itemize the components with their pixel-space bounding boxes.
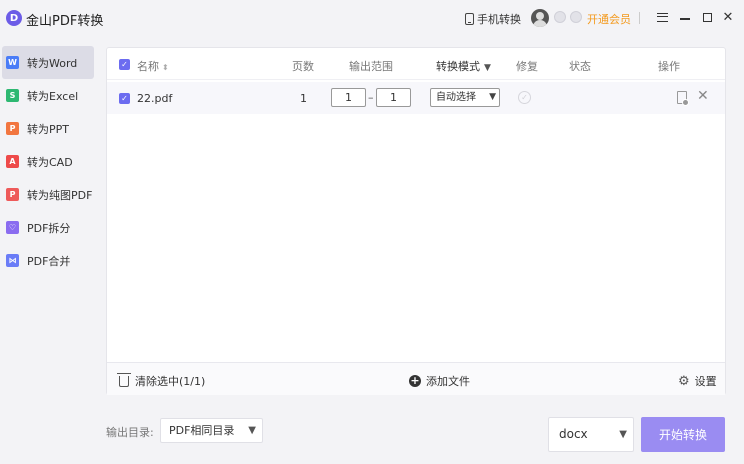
- chevron-down-icon: ▼: [484, 63, 491, 73]
- sidebar-item-icon: A: [6, 155, 19, 168]
- row-checkbox[interactable]: ✓: [119, 93, 130, 104]
- sidebar-item-label: 转为CAD: [27, 155, 73, 169]
- delete-row-icon[interactable]: ✕: [697, 88, 709, 104]
- sidebar-item[interactable]: ⋈ PDF合并: [0, 244, 96, 277]
- chevron-down-icon: ▼: [248, 425, 256, 436]
- select-all-checkbox[interactable]: ✓: [119, 59, 130, 70]
- panel-footer: 清除选中(1/1) + 添加文件 ⚙ 设置: [107, 362, 725, 395]
- table-row[interactable]: ✓ 22.pdf 1 1 – 1 自动选择 ▼ ✓ ✕: [107, 82, 725, 114]
- sidebar-item[interactable]: P 转为PPT: [0, 112, 96, 145]
- sidebar-item-icon: ♡: [6, 221, 19, 234]
- add-file-button[interactable]: + 添加文件: [409, 373, 470, 389]
- range-from-input[interactable]: 1: [331, 88, 366, 107]
- app-logo-icon: D: [6, 10, 22, 26]
- title-divider: [639, 12, 640, 24]
- header-actions: 操作: [658, 60, 680, 73]
- output-dir-select[interactable]: PDF相同目录 ▼: [160, 418, 263, 443]
- gear-icon: ⚙: [678, 373, 690, 389]
- sidebar-item-label: PDF拆分: [27, 221, 71, 235]
- sidebar-item-icon: P: [6, 122, 19, 135]
- mobile-convert-label: 手机转换: [477, 13, 521, 26]
- header-status: 状态: [569, 60, 591, 73]
- mobile-convert-button[interactable]: 手机转换: [465, 11, 521, 27]
- trash-icon: [117, 372, 131, 387]
- vip-badge-icon: [570, 11, 582, 23]
- view-file-icon[interactable]: [677, 91, 689, 106]
- table-header: ✓ 名称 ⬍ 页数 输出范围 转换模式 ▼ 修复 状态 操作: [107, 48, 725, 80]
- add-file-label: 添加文件: [426, 375, 470, 388]
- sidebar: W 转为Word S 转为Excel P 转为PPT A 转为CAD P 转为纯图PDF ♡ PDF拆…: [0, 46, 96, 277]
- chevron-down-icon: ▼: [619, 429, 627, 440]
- app-title: 金山PDF转换: [26, 14, 104, 29]
- sort-icon: ⬍: [162, 63, 169, 72]
- chevron-down-icon: ▼: [489, 92, 496, 102]
- start-convert-button[interactable]: 开始转换: [641, 417, 725, 452]
- header-pages: 页数: [292, 60, 314, 73]
- range-to-input[interactable]: 1: [376, 88, 411, 107]
- minimize-icon: [680, 18, 690, 20]
- sidebar-item[interactable]: S 转为Excel: [0, 79, 96, 112]
- minimize-button[interactable]: [677, 9, 693, 25]
- page-count: 1: [300, 92, 307, 105]
- sidebar-item-label: 转为纯图PDF: [27, 188, 93, 202]
- maximize-icon: [702, 12, 712, 22]
- header-mode[interactable]: 转换模式 ▼: [436, 58, 491, 74]
- maximize-button[interactable]: [699, 9, 715, 25]
- close-icon: ✕: [722, 9, 734, 25]
- settings-label: 设置: [694, 375, 717, 388]
- sidebar-item-icon: P: [6, 188, 19, 201]
- close-window-button[interactable]: ✕: [720, 9, 736, 25]
- header-name[interactable]: 名称 ⬍: [137, 58, 169, 74]
- file-list-panel: ✓ 名称 ⬍ 页数 输出范围 转换模式 ▼ 修复 状态 操作 ✓ 22.pdf 1 …: [106, 47, 726, 395]
- hamburger-icon: [656, 12, 668, 22]
- avatar[interactable]: [531, 9, 549, 27]
- sidebar-item-label: PDF合并: [27, 254, 71, 268]
- header-range: 输出范围: [349, 60, 393, 73]
- vip-link[interactable]: 开通会员: [587, 11, 631, 27]
- vip-badge-icon: [554, 11, 566, 23]
- menu-button[interactable]: [654, 9, 670, 25]
- header-repair: 修复: [516, 60, 538, 73]
- sidebar-item[interactable]: W 转为Word: [2, 46, 94, 79]
- sidebar-item-label: 转为Excel: [27, 89, 79, 103]
- clear-selected-label: 清除选中(1/1): [135, 375, 206, 388]
- output-dir-label: 输出目录:: [106, 426, 154, 439]
- repair-check-icon[interactable]: ✓: [518, 91, 531, 104]
- title-bar: D 金山PDF转换 手机转换 开通会员 ✕: [0, 0, 744, 36]
- mode-select[interactable]: 自动选择 ▼: [430, 88, 500, 107]
- format-select[interactable]: docx ▼: [548, 417, 634, 452]
- sidebar-item[interactable]: ♡ PDF拆分: [0, 211, 96, 244]
- sidebar-item[interactable]: P 转为纯图PDF: [0, 178, 96, 211]
- clear-selected-button[interactable]: 清除选中(1/1): [117, 372, 206, 389]
- sidebar-item-label: 转为PPT: [27, 122, 69, 136]
- file-name: 22.pdf: [137, 92, 173, 105]
- sidebar-item-icon: ⋈: [6, 254, 19, 267]
- range-dash: –: [368, 91, 374, 104]
- sidebar-item-label: 转为Word: [27, 56, 78, 70]
- sidebar-item[interactable]: A 转为CAD: [0, 145, 96, 178]
- plus-circle-icon: +: [409, 374, 421, 387]
- sidebar-item-icon: S: [6, 89, 19, 102]
- settings-button[interactable]: ⚙ 设置: [678, 373, 717, 389]
- sidebar-item-icon: W: [6, 56, 19, 69]
- phone-icon: [465, 13, 474, 25]
